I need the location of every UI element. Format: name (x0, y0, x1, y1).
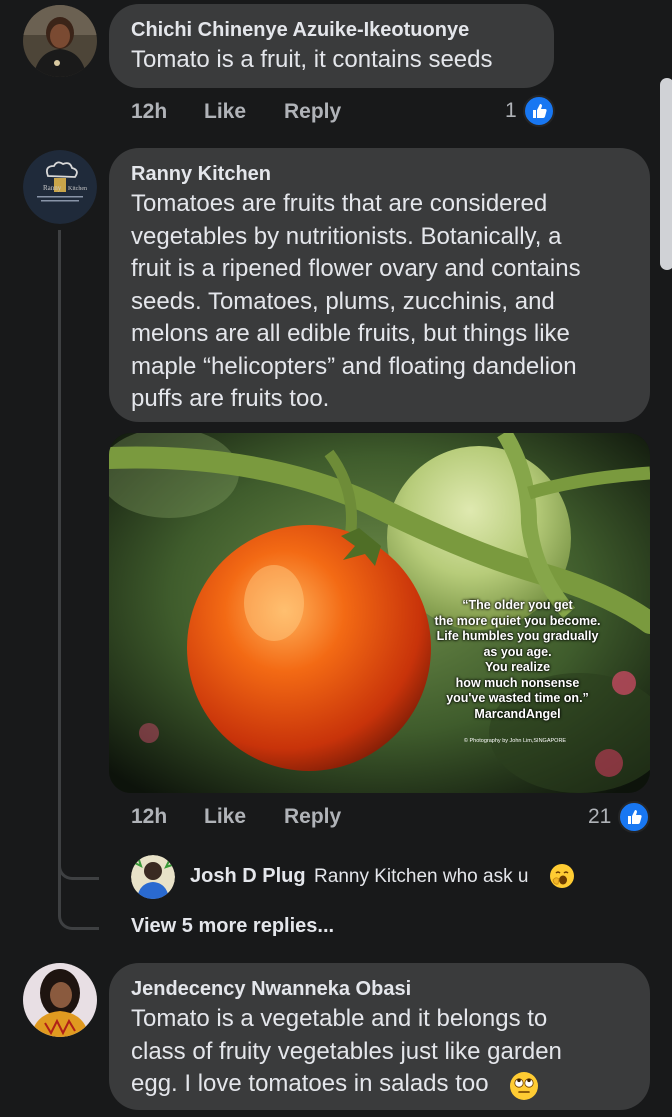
comment-image[interactable]: “The older you get the more quiet you be… (109, 433, 650, 793)
comment-text-line: class of fruity vegetables just like gar… (131, 1037, 562, 1065)
comment-text-line: Tomato is a vegetable and it belongs to (131, 1005, 548, 1032)
rolling-eyes-emoji (510, 1072, 538, 1100)
like-button[interactable]: Like (204, 98, 246, 126)
reply-author[interactable]: Josh D Plug (190, 865, 306, 887)
thread-line (58, 230, 61, 895)
comment-text-line: vegetables by nutritionists. Botanically… (131, 222, 562, 250)
comment-text-line: fruit is a ripened flower ovary and cont… (131, 255, 581, 282)
image-credit: © Photography by John Lim,SINGAPORE (463, 738, 567, 744)
comment-actions: 12h Like Reply (131, 98, 551, 126)
reply-button[interactable]: Reply (284, 98, 341, 126)
comment-text-line: puffs are fruits too. (131, 385, 330, 412)
comment-text-line: egg. I love tomatoes in salads too (131, 1070, 489, 1097)
reaction-summary[interactable]: 1 (500, 95, 560, 127)
comment-text-line: maple “helicopters” and floating dandeli… (131, 352, 577, 380)
avatar-josh-d-plug[interactable] (131, 855, 175, 899)
comment-actions: 12h Like Reply (131, 803, 551, 831)
reply-connector (58, 842, 99, 880)
svg-text:Ranny: Ranny (43, 184, 62, 192)
reply-row: Josh D Plug Ranny Kitchen who ask u (190, 862, 528, 890)
comment-bubble: Jendecency Nwanneka Obasi Tomato is a ve… (109, 963, 650, 1110)
like-icon (523, 95, 555, 127)
comment-bubble: Ranny Kitchen Tomatoes are fruits that a… (109, 148, 650, 422)
image-quote-text: “The older you get the more quiet you be… (434, 598, 601, 721)
comment-text-line: melons are all edible fruits, but things… (131, 320, 570, 347)
comment-text: Tomatoes are fruits that are considered … (131, 188, 628, 416)
comment-text-line: Tomatoes are fruits that are considered (131, 190, 548, 217)
reaction-summary[interactable]: 21 (585, 801, 655, 833)
comment-time[interactable]: 12h (131, 803, 167, 831)
avatar-ranny-kitchen[interactable]: Ranny Kitchen (23, 150, 97, 224)
avatar-jendecency[interactable] (23, 963, 97, 1037)
svg-text:Kitchen: Kitchen (68, 186, 87, 192)
comment-time[interactable]: 12h (131, 98, 167, 126)
comment-author[interactable]: Ranny Kitchen (131, 161, 628, 187)
comment-author[interactable]: Jendecency Nwanneka Obasi (131, 976, 628, 1002)
scrollbar[interactable] (660, 78, 672, 270)
reply-connector (58, 880, 99, 930)
yawning-face-emoji (550, 864, 574, 888)
comment-text: Tomato is a fruit, it contains seeds (131, 46, 493, 73)
comment-text: Tomato is a vegetable and it belongs to … (131, 1003, 628, 1101)
comment-author[interactable]: Chichi Chinenye Azuike-Ikeotuonye (131, 17, 532, 43)
reply-text: Ranny Kitchen who ask u (314, 866, 529, 887)
comment-text-line: seeds. Tomatoes, plums, zucchinis, and (131, 287, 555, 315)
view-more-replies[interactable]: View 5 more replies... (131, 913, 334, 939)
comment-bubble: Chichi Chinenye Azuike-Ikeotuonye Tomato… (109, 4, 554, 88)
avatar-chichi[interactable] (23, 5, 97, 77)
reaction-count: 21 (588, 805, 612, 828)
like-button[interactable]: Like (204, 803, 246, 831)
like-icon (618, 801, 650, 833)
reaction-count: 1 (505, 99, 517, 122)
reply-button[interactable]: Reply (284, 803, 341, 831)
